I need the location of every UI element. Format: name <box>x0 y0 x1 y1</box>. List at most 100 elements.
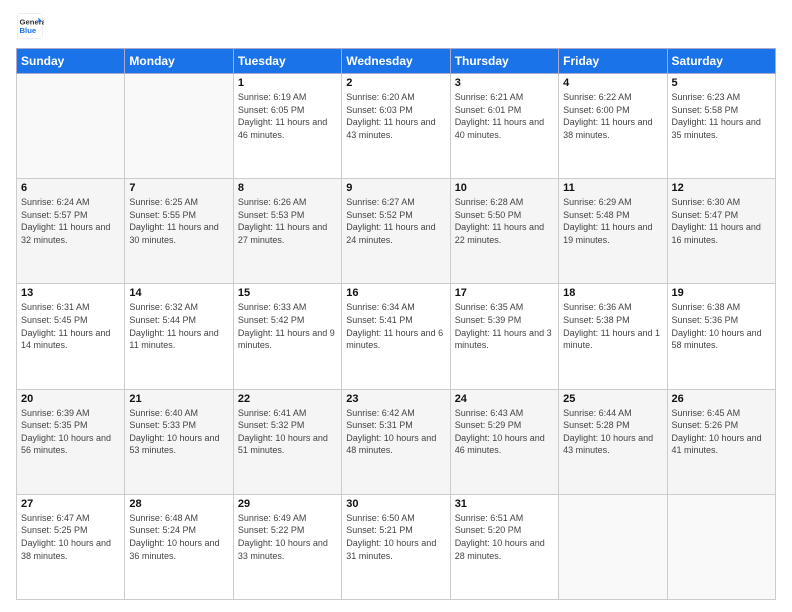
day-info: Sunrise: 6:48 AMSunset: 5:24 PMDaylight:… <box>129 512 228 562</box>
calendar-cell: 7Sunrise: 6:25 AMSunset: 5:55 PMDaylight… <box>125 179 233 284</box>
weekday-header-row: SundayMondayTuesdayWednesdayThursdayFrid… <box>17 49 776 74</box>
weekday-header-tuesday: Tuesday <box>233 49 341 74</box>
week-row-5: 27 Sunrise: 6:47 AMSunset: 5:25 PMDayligh… <box>17 494 776 599</box>
day-info: Sunrise: 6:27 AMSunset: 5:52 PMDaylight:… <box>346 196 445 246</box>
weekday-header-thursday: Thursday <box>450 49 558 74</box>
weekday-header-saturday: Saturday <box>667 49 775 74</box>
day-info: Sunrise: 6:47 AMSunset: 5:25 PMDaylight:… <box>21 512 120 562</box>
day-number: 29 <box>238 498 337 510</box>
calendar-cell: 9Sunrise: 6:27 AMSunset: 5:52 PMDaylight… <box>342 179 450 284</box>
day-info: Sunrise: 6:40 AMSunset: 5:33 PMDaylight:… <box>129 407 228 457</box>
calendar-cell <box>559 494 667 599</box>
svg-text:Blue: Blue <box>20 26 37 35</box>
calendar-cell <box>125 74 233 179</box>
weekday-header-sunday: Sunday <box>17 49 125 74</box>
calendar-cell: 18 Sunrise: 6:36 AMSunset: 5:38 PMDayligh… <box>559 284 667 389</box>
day-number: 11 <box>563 182 662 194</box>
day-number: 13 <box>21 287 120 299</box>
day-info: Sunrise: 6:51 AMSunset: 5:20 PMDaylight:… <box>455 512 554 562</box>
day-info: Sunrise: 6:25 AMSunset: 5:55 PMDaylight:… <box>129 196 228 246</box>
day-number: 23 <box>346 393 445 405</box>
day-number: 8 <box>238 182 337 194</box>
day-info: Sunrise: 6:19 AMSunset: 6:05 PMDaylight:… <box>238 91 337 141</box>
week-row-3: 13 Sunrise: 6:31 AMSunset: 5:45 PMDayligh… <box>17 284 776 389</box>
page: General Blue SundayMondayTuesdayWednesda… <box>0 0 792 612</box>
calendar-cell: 25 Sunrise: 6:44 AMSunset: 5:28 PMDayligh… <box>559 389 667 494</box>
calendar-cell: 29 Sunrise: 6:49 AMSunset: 5:22 PMDayligh… <box>233 494 341 599</box>
day-number: 16 <box>346 287 445 299</box>
day-info: Sunrise: 6:36 AMSunset: 5:38 PMDaylight:… <box>563 301 662 351</box>
day-number: 2 <box>346 77 445 89</box>
day-number: 18 <box>563 287 662 299</box>
weekday-header-wednesday: Wednesday <box>342 49 450 74</box>
day-number: 1 <box>238 77 337 89</box>
day-info: Sunrise: 6:38 AMSunset: 5:36 PMDaylight:… <box>672 301 771 351</box>
svg-text:General: General <box>20 18 45 27</box>
day-info: Sunrise: 6:26 AMSunset: 5:53 PMDaylight:… <box>238 196 337 246</box>
calendar-cell: 16 Sunrise: 6:34 AMSunset: 5:41 PMDayligh… <box>342 284 450 389</box>
day-number: 27 <box>21 498 120 510</box>
logo-icon: General Blue <box>16 12 44 40</box>
day-info: Sunrise: 6:29 AMSunset: 5:48 PMDaylight:… <box>563 196 662 246</box>
calendar-cell: 5Sunrise: 6:23 AMSunset: 5:58 PMDaylight… <box>667 74 775 179</box>
calendar-cell: 19 Sunrise: 6:38 AMSunset: 5:36 PMDayligh… <box>667 284 775 389</box>
day-info: Sunrise: 6:50 AMSunset: 5:21 PMDaylight:… <box>346 512 445 562</box>
day-info: Sunrise: 6:39 AMSunset: 5:35 PMDaylight:… <box>21 407 120 457</box>
calendar-cell: 2 Sunrise: 6:20 AMSunset: 6:03 PMDaylight… <box>342 74 450 179</box>
day-info: Sunrise: 6:30 AMSunset: 5:47 PMDaylight:… <box>672 196 771 246</box>
calendar-cell: 6 Sunrise: 6:24 AMSunset: 5:57 PMDaylight… <box>17 179 125 284</box>
day-info: Sunrise: 6:31 AMSunset: 5:45 PMDaylight:… <box>21 301 120 351</box>
day-info: Sunrise: 6:24 AMSunset: 5:57 PMDaylight:… <box>21 196 120 246</box>
calendar-cell: 23 Sunrise: 6:42 AMSunset: 5:31 PMDayligh… <box>342 389 450 494</box>
day-number: 21 <box>129 393 228 405</box>
calendar-cell: 8 Sunrise: 6:26 AMSunset: 5:53 PMDaylight… <box>233 179 341 284</box>
day-info: Sunrise: 6:22 AMSunset: 6:00 PMDaylight:… <box>563 91 662 141</box>
calendar-cell: 10Sunrise: 6:28 AMSunset: 5:50 PMDayligh… <box>450 179 558 284</box>
calendar-cell: 1 Sunrise: 6:19 AMSunset: 6:05 PMDaylight… <box>233 74 341 179</box>
day-number: 15 <box>238 287 337 299</box>
calendar-cell: 3Sunrise: 6:21 AMSunset: 6:01 PMDaylight… <box>450 74 558 179</box>
calendar-cell: 24Sunrise: 6:43 AMSunset: 5:29 PMDayligh… <box>450 389 558 494</box>
day-info: Sunrise: 6:32 AMSunset: 5:44 PMDaylight:… <box>129 301 228 351</box>
day-info: Sunrise: 6:23 AMSunset: 5:58 PMDaylight:… <box>672 91 771 141</box>
day-number: 12 <box>672 182 771 194</box>
calendar-cell: 4Sunrise: 6:22 AMSunset: 6:00 PMDaylight… <box>559 74 667 179</box>
calendar-cell: 30Sunrise: 6:50 AMSunset: 5:21 PMDayligh… <box>342 494 450 599</box>
day-info: Sunrise: 6:44 AMSunset: 5:28 PMDaylight:… <box>563 407 662 457</box>
day-info: Sunrise: 6:42 AMSunset: 5:31 PMDaylight:… <box>346 407 445 457</box>
header: General Blue <box>16 12 776 40</box>
calendar-cell: 14 Sunrise: 6:32 AMSunset: 5:44 PMDayligh… <box>125 284 233 389</box>
day-number: 14 <box>129 287 228 299</box>
day-number: 25 <box>563 393 662 405</box>
calendar-cell: 21 Sunrise: 6:40 AMSunset: 5:33 PMDayligh… <box>125 389 233 494</box>
day-info: Sunrise: 6:20 AMSunset: 6:03 PMDaylight:… <box>346 91 445 141</box>
day-info: Sunrise: 6:41 AMSunset: 5:32 PMDaylight:… <box>238 407 337 457</box>
day-info: Sunrise: 6:49 AMSunset: 5:22 PMDaylight:… <box>238 512 337 562</box>
calendar-cell: 11 Sunrise: 6:29 AMSunset: 5:48 PMDayligh… <box>559 179 667 284</box>
calendar-cell: 15 Sunrise: 6:33 AMSunset: 5:42 PMDayligh… <box>233 284 341 389</box>
calendar-cell: 17Sunrise: 6:35 AMSunset: 5:39 PMDayligh… <box>450 284 558 389</box>
calendar-cell: 28Sunrise: 6:48 AMSunset: 5:24 PMDayligh… <box>125 494 233 599</box>
calendar-cell: 27 Sunrise: 6:47 AMSunset: 5:25 PMDayligh… <box>17 494 125 599</box>
logo: General Blue <box>16 12 44 40</box>
calendar-cell <box>17 74 125 179</box>
day-number: 26 <box>672 393 771 405</box>
day-info: Sunrise: 6:43 AMSunset: 5:29 PMDaylight:… <box>455 407 554 457</box>
week-row-4: 20 Sunrise: 6:39 AMSunset: 5:35 PMDayligh… <box>17 389 776 494</box>
day-info: Sunrise: 6:45 AMSunset: 5:26 PMDaylight:… <box>672 407 771 457</box>
day-number: 3 <box>455 77 554 89</box>
week-row-2: 6 Sunrise: 6:24 AMSunset: 5:57 PMDaylight… <box>17 179 776 284</box>
day-number: 22 <box>238 393 337 405</box>
day-number: 20 <box>21 393 120 405</box>
day-number: 19 <box>672 287 771 299</box>
day-number: 31 <box>455 498 554 510</box>
calendar-cell: 12 Sunrise: 6:30 AMSunset: 5:47 PMDayligh… <box>667 179 775 284</box>
weekday-header-monday: Monday <box>125 49 233 74</box>
day-info: Sunrise: 6:34 AMSunset: 5:41 PMDaylight:… <box>346 301 445 351</box>
calendar-cell: 13 Sunrise: 6:31 AMSunset: 5:45 PMDayligh… <box>17 284 125 389</box>
day-info: Sunrise: 6:28 AMSunset: 5:50 PMDaylight:… <box>455 196 554 246</box>
day-number: 6 <box>21 182 120 194</box>
day-info: Sunrise: 6:33 AMSunset: 5:42 PMDaylight:… <box>238 301 337 351</box>
day-number: 17 <box>455 287 554 299</box>
calendar-table: SundayMondayTuesdayWednesdayThursdayFrid… <box>16 48 776 600</box>
